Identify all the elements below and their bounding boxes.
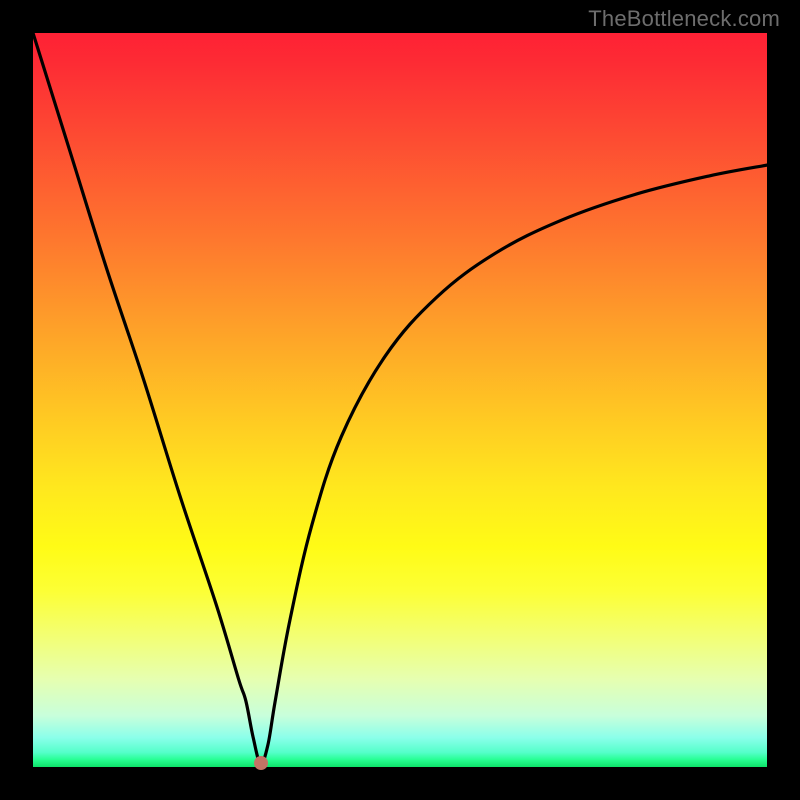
optimum-marker xyxy=(254,756,268,770)
watermark-text: TheBottleneck.com xyxy=(588,6,780,32)
curve-svg xyxy=(33,33,767,767)
chart-frame: TheBottleneck.com xyxy=(0,0,800,800)
plot-area xyxy=(33,33,767,767)
bottleneck-curve xyxy=(33,33,767,763)
